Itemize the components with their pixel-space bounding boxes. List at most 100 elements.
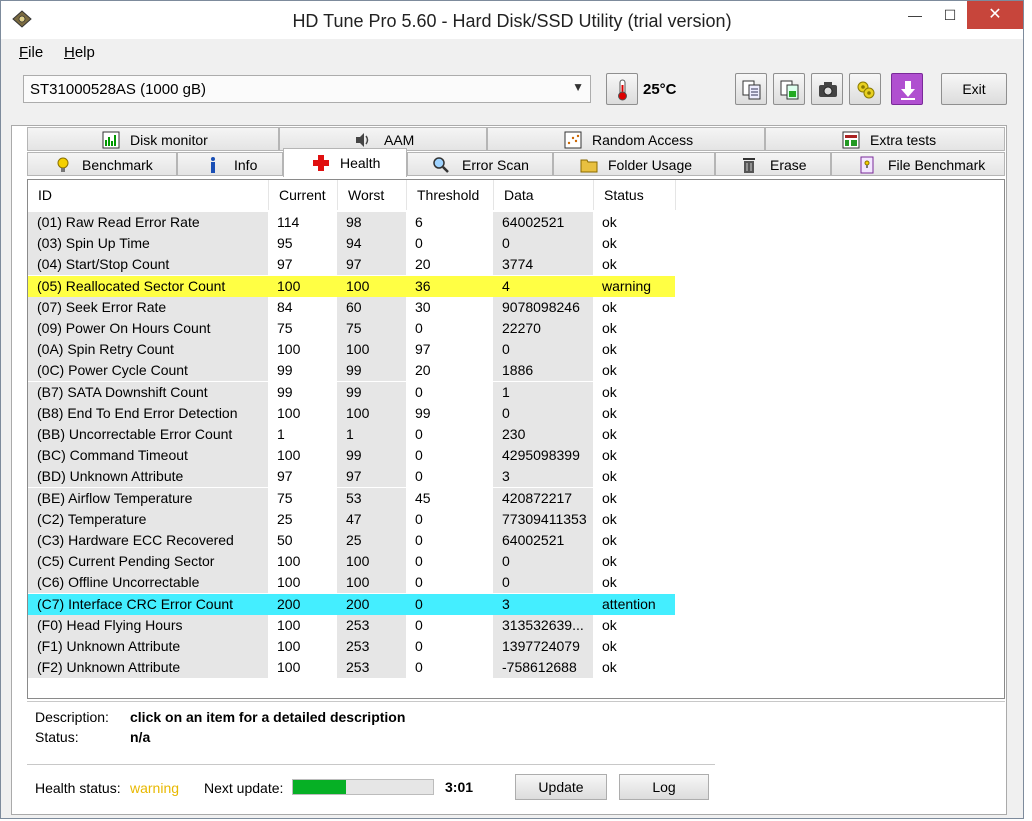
table-row[interactable]: (BB) Uncorrectable Error Count 1 1 0 230 ok xyxy=(28,424,688,445)
column-header-worst[interactable]: Worst xyxy=(338,180,407,210)
table-row[interactable]: (01) Raw Read Error Rate 114 98 6 64002521 ok xyxy=(28,212,688,233)
table-row[interactable]: (BD) Unknown Attribute 97 97 0 3 ok xyxy=(28,466,688,488)
tab-extra-tests[interactable]: Extra tests xyxy=(765,127,1005,151)
cell-threshold: 0 xyxy=(415,659,423,676)
cell-id: (BE) Airflow Temperature xyxy=(28,487,268,509)
smart-attributes-table[interactable]: ID Current Worst Threshold Data Status (… xyxy=(27,179,1005,699)
table-row[interactable]: (03) Spin Up Time 95 94 0 0 ok xyxy=(28,233,688,255)
cell-data: 0 xyxy=(493,551,593,573)
drive-select[interactable]: ST31000528AS (1000 gB) ▼ xyxy=(23,75,591,103)
table-row[interactable]: (F1) Unknown Attribute 100 253 0 1397724079 o… xyxy=(28,636,688,657)
table-row[interactable]: (F2) Unknown Attribute 100 253 0 -758612688 o… xyxy=(28,657,688,679)
cell-worst: 100 xyxy=(337,275,406,297)
table-row[interactable]: (F0) Head Flying Hours 100 253 0 313532639..… xyxy=(28,614,688,636)
close-button[interactable]: ✕ xyxy=(967,1,1023,29)
info-icon xyxy=(211,157,215,173)
column-header-status[interactable]: Status xyxy=(594,180,676,210)
cell-status: ok xyxy=(602,659,617,676)
cell-worst: 253 xyxy=(337,614,406,636)
screenshot-button[interactable] xyxy=(811,73,843,105)
cell-worst: 94 xyxy=(337,233,406,255)
cell-status: ok xyxy=(602,616,617,633)
tab-folder-usage[interactable]: Folder Usage xyxy=(553,152,715,176)
temperature-button[interactable] xyxy=(606,73,638,105)
cell-id: (C6) Offline Uncorrectable xyxy=(28,572,268,594)
cell-worst: 100 xyxy=(337,402,406,424)
table-row[interactable]: (C6) Offline Uncorrectable 100 100 0 0 ok xyxy=(28,572,688,594)
exit-button[interactable]: Exit xyxy=(941,73,1007,105)
settings-icon xyxy=(857,81,875,99)
options-button[interactable] xyxy=(849,73,881,105)
divider xyxy=(27,701,1005,702)
tab-erase-label: Erase xyxy=(770,157,807,173)
copy-screenshot-button[interactable] xyxy=(773,73,805,105)
table-row[interactable]: (C5) Current Pending Sector 100 100 0 0 ok xyxy=(28,551,688,573)
tab-error-scan[interactable]: Error Scan xyxy=(407,152,553,176)
table-row[interactable]: (07) Seek Error Rate 84 60 30 9078098246 ok xyxy=(28,296,688,318)
save-button[interactable] xyxy=(891,73,923,105)
tab-info[interactable]: Info xyxy=(177,152,283,176)
table-row[interactable]: (C7) Interface CRC Error Count 200 200 0 3 at… xyxy=(28,593,688,615)
chevron-down-icon: ▼ xyxy=(572,80,584,94)
table-row[interactable]: (09) Power On Hours Count 75 75 0 22270 ok xyxy=(28,318,688,339)
window-title: HD Tune Pro 5.60 - Hard Disk/SSD Utility… xyxy=(292,11,732,31)
table-row[interactable]: (B8) End To End Error Detection 100 100 99 0… xyxy=(28,402,688,424)
cell-status: ok xyxy=(602,362,617,379)
table-row[interactable]: (C3) Hardware ECC Recovered 50 25 0 64002521… xyxy=(28,530,688,551)
tab-disk-monitor[interactable]: Disk monitor xyxy=(27,127,279,151)
table-row[interactable]: (BE) Airflow Temperature 75 53 45 420872217 o… xyxy=(28,487,688,509)
minimize-button[interactable]: — xyxy=(898,1,932,29)
menu-bar: File Help xyxy=(1,39,1023,65)
log-button[interactable]: Log xyxy=(619,774,709,800)
description-value: click on an item for a detailed descript… xyxy=(130,709,406,725)
cell-data: 0 xyxy=(493,572,593,594)
table-row[interactable]: (05) Reallocated Sector Count 100 100 36 4 wa… xyxy=(28,275,688,297)
cell-data: 77309411353 xyxy=(493,508,593,530)
cell-status: ok xyxy=(602,383,617,400)
tab-health[interactable]: Health xyxy=(283,148,407,177)
cell-threshold: 0 xyxy=(415,235,423,252)
cell-id: (B8) End To End Error Detection xyxy=(28,402,268,424)
tab-aam-label: AAM xyxy=(384,132,415,148)
table-row[interactable]: (BC) Command Timeout 100 99 0 4295098399 ok xyxy=(28,445,688,467)
table-row[interactable]: (04) Start/Stop Count 97 97 20 3774 ok xyxy=(28,254,688,276)
column-header-id[interactable]: ID xyxy=(28,180,269,210)
table-row[interactable]: (B7) SATA Downshift Count 99 99 0 1 ok xyxy=(28,381,688,403)
table-row[interactable]: (0A) Spin Retry Count 100 100 97 0 ok xyxy=(28,339,688,361)
lightbulb-icon xyxy=(57,157,69,172)
tab-random-access[interactable]: Random Access xyxy=(487,127,765,151)
copy-text-button[interactable] xyxy=(735,73,767,105)
red-cross-icon xyxy=(313,155,329,171)
next-update-progress xyxy=(292,779,434,795)
cell-current: 100 xyxy=(277,659,301,676)
cell-worst: 1 xyxy=(337,424,406,445)
cell-data: 1886 xyxy=(493,360,593,382)
cell-id: (05) Reallocated Sector Count xyxy=(28,275,268,297)
column-header-data[interactable]: Data xyxy=(494,180,594,210)
cell-id: (0A) Spin Retry Count xyxy=(28,339,268,361)
table-row[interactable]: (0C) Power Cycle Count 99 99 20 1886 ok xyxy=(28,360,688,382)
column-header-current[interactable]: Current xyxy=(269,180,338,210)
cell-worst: 53 xyxy=(337,487,406,509)
cell-worst: 97 xyxy=(337,466,406,488)
tab-disk-monitor-label: Disk monitor xyxy=(130,132,208,148)
tab-benchmark[interactable]: Benchmark xyxy=(27,152,177,176)
maximize-button[interactable]: ☐ xyxy=(933,1,967,29)
tab-file-benchmark[interactable]: File Benchmark xyxy=(831,152,1005,176)
cell-id: (C3) Hardware ECC Recovered xyxy=(28,530,268,551)
next-update-label: Next update: xyxy=(204,780,284,796)
menu-file[interactable]: File xyxy=(19,44,43,61)
column-header-threshold[interactable]: Threshold xyxy=(407,180,494,210)
cell-id: (01) Raw Read Error Rate xyxy=(28,212,268,233)
cell-id: (04) Start/Stop Count xyxy=(28,254,268,276)
update-button[interactable]: Update xyxy=(515,774,607,800)
temperature-value: 25°C xyxy=(643,81,677,98)
cell-status: ok xyxy=(602,256,617,273)
table-row[interactable]: (C2) Temperature 25 47 0 77309411353 ok xyxy=(28,508,688,530)
tab-erase[interactable]: Erase xyxy=(715,152,831,176)
cell-current: 114 xyxy=(277,214,300,230)
cell-current: 84 xyxy=(277,298,293,315)
cell-worst: 47 xyxy=(337,508,406,530)
menu-help[interactable]: Help xyxy=(64,44,95,61)
cell-status: ok xyxy=(602,298,617,315)
